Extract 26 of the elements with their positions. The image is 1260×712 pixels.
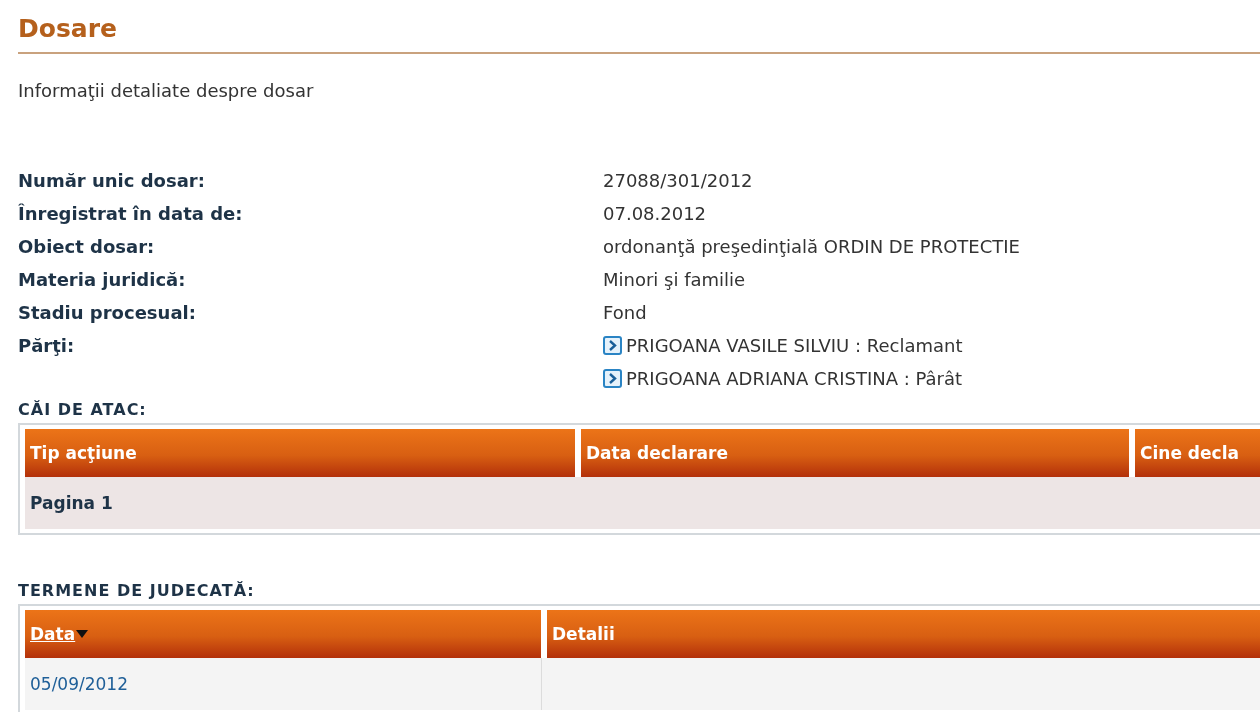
field-label: Stadiu procesual: (18, 301, 196, 325)
column-header: Tip acţiune (25, 429, 575, 477)
arrow-box-icon (603, 369, 622, 388)
column-header: Data declarare (581, 429, 1129, 477)
field-label: Înregistrat în data de: (18, 202, 243, 226)
field-label: Părţi: (18, 334, 75, 358)
field-value: 27088/301/2012 (603, 169, 753, 193)
field-label: Materia juridică: (18, 268, 186, 292)
field-label: Număr unic dosar: (18, 169, 205, 193)
field-value: Minori şi familie (603, 268, 746, 292)
page-label: Pagina 1 (30, 493, 113, 513)
column-header: Detalii (547, 610, 1260, 658)
page-title: Dosare (18, 14, 1260, 54)
column-header: Cine decla (1135, 429, 1260, 477)
sort-link[interactable]: Data (30, 624, 76, 644)
section-heading: TERMENE DE JUDECATĂ: (18, 581, 255, 600)
page-subtitle: Informaţii detaliate despre dosar (18, 80, 314, 101)
arrow-box-icon (603, 336, 622, 355)
field-label: Obiect dosar: (18, 235, 155, 259)
field-value: Fond (603, 301, 647, 325)
field-value: ordonanţă preşedinţială ORDIN DE PROTECTIE (603, 235, 1020, 259)
party-name: PRIGOANA VASILE SILVIU : Reclamant (626, 334, 963, 358)
party-name: PRIGOANA ADRIANA CRISTINA : Pârât (626, 367, 963, 391)
date-link[interactable]: 05/09/2012 (30, 674, 128, 694)
section-heading: CĂI DE ATAC: (18, 400, 147, 419)
field-value: 07.08.2012 (603, 202, 707, 226)
